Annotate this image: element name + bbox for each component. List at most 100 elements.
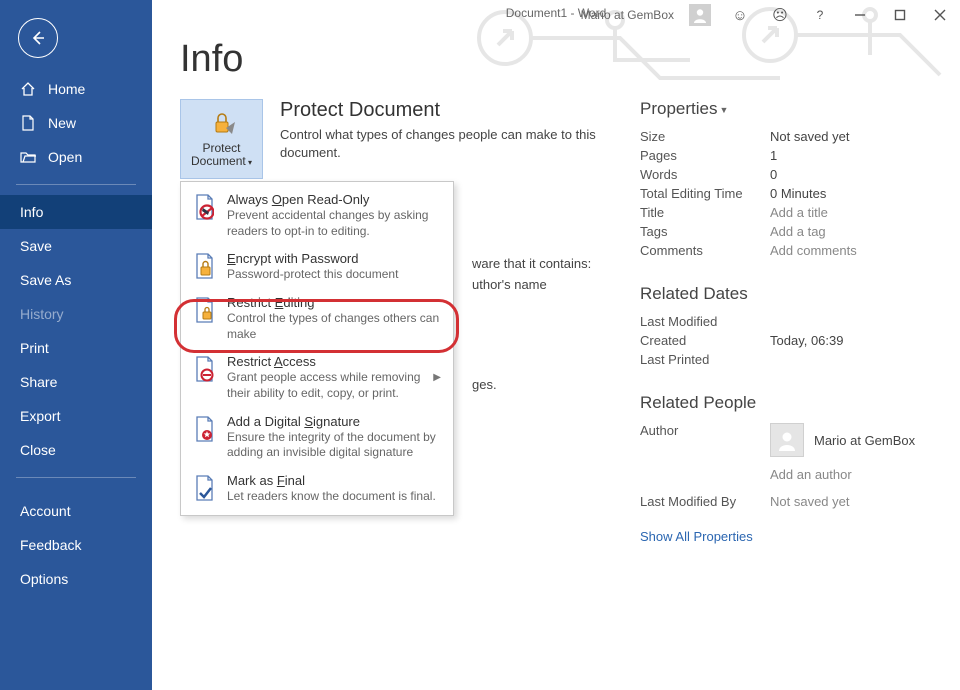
avatar-icon	[689, 4, 711, 26]
document-title: Document1 - Word	[506, 6, 606, 20]
sidebar-label: Home	[48, 81, 85, 97]
sidebar-item-account[interactable]: Account	[0, 494, 152, 528]
property-row: SizeNot saved yet	[640, 127, 960, 146]
titlebar: Document1 - Word Mario at GemBox ☺ ☹ ?	[152, 0, 960, 30]
sidebar-item-save-as[interactable]: Save As	[0, 263, 152, 297]
date-value: Today, 06:39	[770, 333, 843, 348]
last-modified-by-value: Not saved yet	[770, 494, 850, 509]
menu-item-mark-as-final[interactable]: Mark as Final Let readers know the docum…	[181, 467, 453, 511]
sidebar-label: Open	[48, 149, 82, 165]
menu-item-desc: Prevent accidental changes by asking rea…	[227, 208, 443, 239]
menu-item-title: Mark as Final	[227, 473, 443, 488]
menu-item-title: Restrict Access	[227, 354, 423, 369]
menu-item-title: Always Open Read-Only	[227, 192, 443, 207]
minimize-button[interactable]	[840, 0, 880, 30]
sidebar-item-export[interactable]: Export	[0, 399, 152, 433]
menu-item-title: Restrict Editing	[227, 295, 443, 310]
feedback-sad-button[interactable]: ☹	[760, 0, 800, 30]
sidebar-label: Share	[20, 374, 57, 390]
minimize-icon	[854, 9, 866, 21]
add-author-link[interactable]: Add an author	[770, 467, 915, 482]
date-row: CreatedToday, 06:39	[640, 331, 960, 350]
property-label: Tags	[640, 224, 770, 239]
sidebar-label: Info	[20, 204, 43, 220]
property-value[interactable]: Add comments	[770, 243, 857, 258]
menu-item-always-open-read-only[interactable]: Always Open Read-Only Prevent accidental…	[181, 186, 453, 245]
backstage-sidebar: Home New Open Info Save Save As History …	[0, 0, 152, 690]
menu-item-desc: Grant people access while removing their…	[227, 370, 423, 401]
avatar-icon	[770, 423, 804, 457]
sidebar-item-history: History	[0, 297, 152, 331]
date-label: Created	[640, 333, 770, 348]
menu-item-desc: Let readers know the document is final.	[227, 489, 443, 505]
property-value: 1	[770, 148, 777, 163]
menu-item-title: Encrypt with Password	[227, 251, 443, 266]
sidebar-label: Feedback	[20, 537, 81, 553]
sidebar-item-info[interactable]: Info	[0, 195, 152, 229]
properties-heading[interactable]: Properties▼	[640, 99, 960, 119]
sidebar-item-open[interactable]: Open	[0, 140, 152, 174]
property-value: 0 Minutes	[770, 186, 826, 201]
section-description: Control what types of changes people can…	[280, 126, 600, 162]
sidebar-item-options[interactable]: Options	[0, 562, 152, 596]
sidebar-item-print[interactable]: Print	[0, 331, 152, 365]
info-main-column: ProtectDocument ▾ Protect Document Contr…	[180, 99, 600, 544]
sidebar-item-new[interactable]: New	[0, 106, 152, 140]
author-name: Mario at GemBox	[814, 433, 915, 448]
readonly-icon	[191, 194, 217, 224]
protect-document-menu: Always Open Read-Only Prevent accidental…	[180, 181, 454, 516]
close-icon	[934, 9, 946, 21]
menu-item-add-digital-signature[interactable]: Add a Digital Signature Ensure the integ…	[181, 408, 453, 467]
button-label: Protect	[202, 141, 240, 155]
property-row: TitleAdd a title	[640, 203, 960, 222]
sidebar-label: Print	[20, 340, 49, 356]
sidebar-item-feedback[interactable]: Feedback	[0, 528, 152, 562]
close-window-button[interactable]	[920, 0, 960, 30]
maximize-button[interactable]	[880, 0, 920, 30]
property-value[interactable]: Add a title	[770, 205, 828, 220]
sidebar-item-share[interactable]: Share	[0, 365, 152, 399]
author-entry[interactable]: Mario at GemBox	[770, 423, 915, 457]
sidebar-label: Options	[20, 571, 68, 587]
feedback-happy-button[interactable]: ☺	[720, 0, 760, 30]
menu-item-restrict-access[interactable]: Restrict Access Grant people access whil…	[181, 348, 453, 407]
menu-item-desc: Ensure the integrity of the document by …	[227, 430, 443, 461]
show-all-properties-link[interactable]: Show All Properties	[640, 529, 960, 544]
home-icon	[20, 81, 36, 97]
sidebar-label: History	[20, 306, 64, 322]
author-label: Author	[640, 423, 770, 482]
sidebar-item-home[interactable]: Home	[0, 72, 152, 106]
back-button[interactable]	[18, 18, 58, 58]
help-button[interactable]: ?	[800, 0, 840, 30]
chevron-down-icon: ▼	[719, 105, 728, 115]
sidebar-label: Account	[20, 503, 71, 519]
last-modified-by-label: Last Modified By	[640, 494, 770, 509]
sidebar-item-close[interactable]: Close	[0, 433, 152, 467]
mark-final-icon	[191, 475, 217, 505]
date-label: Last Printed	[640, 352, 770, 367]
protect-document-section: Protect Document Control what types of c…	[280, 99, 600, 162]
restrict-access-icon	[191, 356, 217, 386]
open-folder-icon	[20, 149, 36, 165]
property-label: Size	[640, 129, 770, 144]
protect-document-button[interactable]: ProtectDocument ▾	[180, 99, 263, 179]
backstage-main: Document1 - Word Mario at GemBox ☺ ☹ ? I…	[152, 0, 960, 690]
sidebar-label: Save As	[20, 272, 71, 288]
property-value: 0	[770, 167, 777, 182]
sidebar-label: Export	[20, 408, 60, 424]
property-value[interactable]: Add a tag	[770, 224, 826, 239]
menu-item-encrypt-with-password[interactable]: Encrypt with Password Password-protect t…	[181, 245, 453, 289]
property-label: Comments	[640, 243, 770, 258]
property-row: Total Editing Time0 Minutes	[640, 184, 960, 203]
menu-item-restrict-editing[interactable]: Restrict Editing Control the types of ch…	[181, 289, 453, 348]
property-row: Words0	[640, 165, 960, 184]
back-arrow-icon	[29, 29, 47, 47]
page-title: Info	[180, 38, 960, 81]
section-heading: Protect Document	[280, 99, 600, 122]
related-dates-heading: Related Dates	[640, 284, 960, 304]
sidebar-item-save[interactable]: Save	[0, 229, 152, 263]
menu-item-desc: Password-protect this document	[227, 267, 443, 283]
user-avatar-button[interactable]	[680, 0, 720, 30]
date-row: Last Printed	[640, 350, 960, 369]
manage-document-partial: ges.	[472, 375, 497, 396]
